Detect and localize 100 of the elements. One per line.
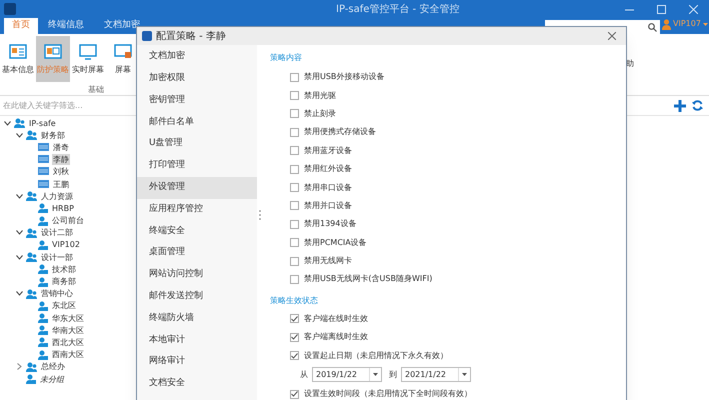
checkbox[interactable]: 设置起止日期（未启用情况下永久有效） [270,346,472,365]
checkbox[interactable]: 禁用1394设备 [270,215,472,234]
tree-item[interactable]: 财务部 [40,130,66,141]
ribbon-button[interactable]: 基本信息 [1,36,35,82]
nav-item[interactable]: U盘管理 [137,133,257,155]
tree-item[interactable]: 西北大区 [51,336,85,348]
nav-item[interactable]: 打印管理 [137,154,257,177]
user-group-icon [26,130,37,140]
collapse-icon[interactable] [16,363,22,370]
checkbox[interactable]: 禁用便携式存储设备 [270,123,472,142]
checkbox[interactable]: 禁用PCMCIA设备 [270,234,472,252]
checkbox[interactable]: 禁用光驱 [270,86,472,105]
nav-item[interactable]: 密钥管理 [137,90,257,112]
tree-item[interactable]: 营销中心 [40,288,74,300]
expand-icon[interactable] [16,291,22,296]
checkbox[interactable]: 禁用串口设备 [270,178,472,197]
expand-icon[interactable] [16,194,22,199]
checkbox[interactable]: 禁用红外设备 [270,160,472,178]
user-icon [38,313,48,324]
tree-item[interactable]: 西南大区 [51,349,85,360]
nav-item[interactable]: 本地审计 [137,329,257,352]
tree-item[interactable]: 公司前台 [51,215,85,226]
app-logo-icon [4,3,16,15]
computer-icon [38,142,49,152]
nav-item[interactable]: 桌面管理 [137,242,257,264]
checkbox[interactable]: 客户端在线时生效 [270,310,472,328]
checkmark-icon [291,391,298,398]
nav-item[interactable]: 网站访问控制 [137,264,257,286]
tree-item[interactable]: 总经办 [40,361,66,372]
section-heading: 策略内容 [270,52,303,64]
checkbox[interactable]: 客户端离线时生效 [270,328,472,346]
nav-item[interactable]: 邮件发送控制 [137,286,257,308]
tree-item[interactable]: 东北区 [51,300,77,312]
user-group-icon [26,252,37,262]
nav-item[interactable]: 外设管理 [137,176,257,199]
checkbox[interactable]: 禁用并口设备 [270,196,472,216]
user-group-icon [26,191,37,202]
nav-item[interactable]: 邮件白名单 [137,111,257,134]
checkbox[interactable]: 禁止刻录 [270,104,472,124]
nav-item[interactable]: 终端防火墙 [137,308,257,330]
ribbon-icon [9,42,27,60]
user-icon [38,240,48,250]
user-icon [38,337,48,348]
tree-item[interactable]: 刘秋 [52,166,70,178]
nav-item[interactable]: 加密权限 [137,68,257,90]
tree-item[interactable]: 李静 [52,154,70,166]
tree-item[interactable]: 人力资源 [40,190,74,202]
checkbox[interactable]: 设置生效时间段（未启用情况下全时间段有效） [270,384,472,400]
user-icon [38,276,48,287]
checkbox[interactable]: 禁用无线网卡 [270,252,472,270]
tree-item[interactable]: 未分组 [39,374,65,385]
tree-item[interactable]: 王鹏 [52,178,70,190]
ribbon-button[interactable]: 实时屏幕 [71,36,105,82]
tree-item[interactable]: 华东大区 [51,312,85,324]
user-icon [26,374,36,384]
date-field[interactable]: 2019/1/22 [312,367,382,382]
tree-item[interactable]: HRBP [51,202,75,214]
tree-item[interactable]: VIP102 [51,239,81,250]
user-group-icon [26,228,37,238]
dropdown-arrow-icon[interactable] [373,373,378,376]
refresh-icon[interactable] [692,100,703,111]
close-icon [688,4,698,14]
tab[interactable]: 终端信息 [38,18,94,34]
tree-item[interactable]: 设计一部 [40,252,74,263]
window-title: IP-safe管控平台 - 安全管控 [336,2,460,16]
nav-item[interactable]: 应用程序管控 [137,198,257,220]
date-field[interactable]: 2021/1/22 [401,367,471,382]
user-icon [38,325,48,336]
nav-item[interactable]: 终端安全 [137,220,257,242]
app-logo-icon [142,31,152,41]
expand-icon[interactable] [16,254,22,260]
computer-icon [38,167,49,176]
checkmark-icon [291,316,298,322]
checkbox[interactable]: 禁用USB外接移动设备 [270,68,472,86]
filter-field[interactable]: 在此键入关键字筛选... [0,98,136,112]
expand-icon[interactable] [16,230,22,236]
tree-item[interactable]: 潘奇 [52,142,70,153]
user-icon [662,18,671,30]
checkmark-icon [291,352,298,359]
user-icon [38,300,48,311]
date-label: 从 [300,368,308,381]
checkmark-icon [291,334,298,340]
close-button[interactable] [606,30,618,42]
add-icon[interactable] [674,100,686,112]
checkbox[interactable]: 禁用USB无线网卡(含USB随身WIFI) [270,270,472,289]
search-icon [648,22,657,32]
ribbon-button[interactable]: 助 [626,58,634,70]
tree-item[interactable]: 华南大区 [51,324,85,336]
user-group-icon [26,288,37,299]
tree-item[interactable]: 商务部 [51,276,77,288]
splitter-handle-icon[interactable] [259,210,261,220]
tree-item[interactable]: IP-safe [28,118,57,129]
nav-item[interactable]: 文档加密 [137,46,257,68]
nav-item[interactable]: 网络审计 [137,351,257,373]
nav-item[interactable]: 文档安全 [137,372,257,395]
dropdown-arrow-icon[interactable] [462,373,467,376]
checkbox[interactable]: 禁用蓝牙设备 [270,142,472,160]
tree-item[interactable]: 设计二部 [40,227,74,238]
computer-icon [38,180,49,189]
tree-item[interactable]: 技术部 [51,264,77,275]
